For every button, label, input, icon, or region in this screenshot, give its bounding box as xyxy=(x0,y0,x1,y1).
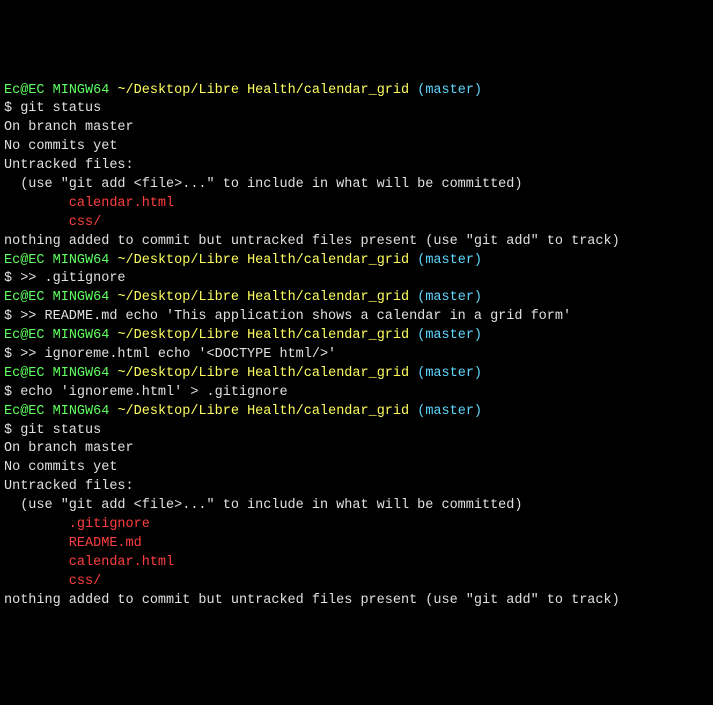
untracked-file: css/ xyxy=(4,573,709,592)
command-line: $ git status xyxy=(4,422,709,441)
prompt-line: Ec@EC MINGW64 ~/Desktop/Libre Health/cal… xyxy=(4,82,709,101)
output-line: On branch master xyxy=(4,119,709,138)
untracked-file: css/ xyxy=(4,214,709,233)
untracked-file: .gitignore xyxy=(4,516,709,535)
output-line: Untracked files: xyxy=(4,157,709,176)
output-line: nothing added to commit but untracked fi… xyxy=(4,233,709,252)
untracked-file: calendar.html xyxy=(4,195,709,214)
prompt-line: Ec@EC MINGW64 ~/Desktop/Libre Health/cal… xyxy=(4,403,709,422)
output-line: (use "git add <file>..." to include in w… xyxy=(4,497,709,516)
terminal-output[interactable]: Ec@EC MINGW64 ~/Desktop/Libre Health/cal… xyxy=(4,82,709,611)
prompt-line: Ec@EC MINGW64 ~/Desktop/Libre Health/cal… xyxy=(4,327,709,346)
untracked-file: calendar.html xyxy=(4,554,709,573)
output-line: nothing added to commit but untracked fi… xyxy=(4,592,709,611)
output-line: No commits yet xyxy=(4,138,709,157)
command-line: $ >> .gitignore xyxy=(4,270,709,289)
output-line: No commits yet xyxy=(4,459,709,478)
command-line: $ echo 'ignoreme.html' > .gitignore xyxy=(4,384,709,403)
command-line: $ git status xyxy=(4,100,709,119)
output-line: (use "git add <file>..." to include in w… xyxy=(4,176,709,195)
command-line: $ >> README.md echo 'This application sh… xyxy=(4,308,709,327)
prompt-line: Ec@EC MINGW64 ~/Desktop/Libre Health/cal… xyxy=(4,252,709,271)
prompt-line: Ec@EC MINGW64 ~/Desktop/Libre Health/cal… xyxy=(4,365,709,384)
output-line: On branch master xyxy=(4,440,709,459)
command-line: $ >> ignoreme.html echo '<DOCTYPE html/>… xyxy=(4,346,709,365)
prompt-line: Ec@EC MINGW64 ~/Desktop/Libre Health/cal… xyxy=(4,289,709,308)
untracked-file: README.md xyxy=(4,535,709,554)
output-line: Untracked files: xyxy=(4,478,709,497)
